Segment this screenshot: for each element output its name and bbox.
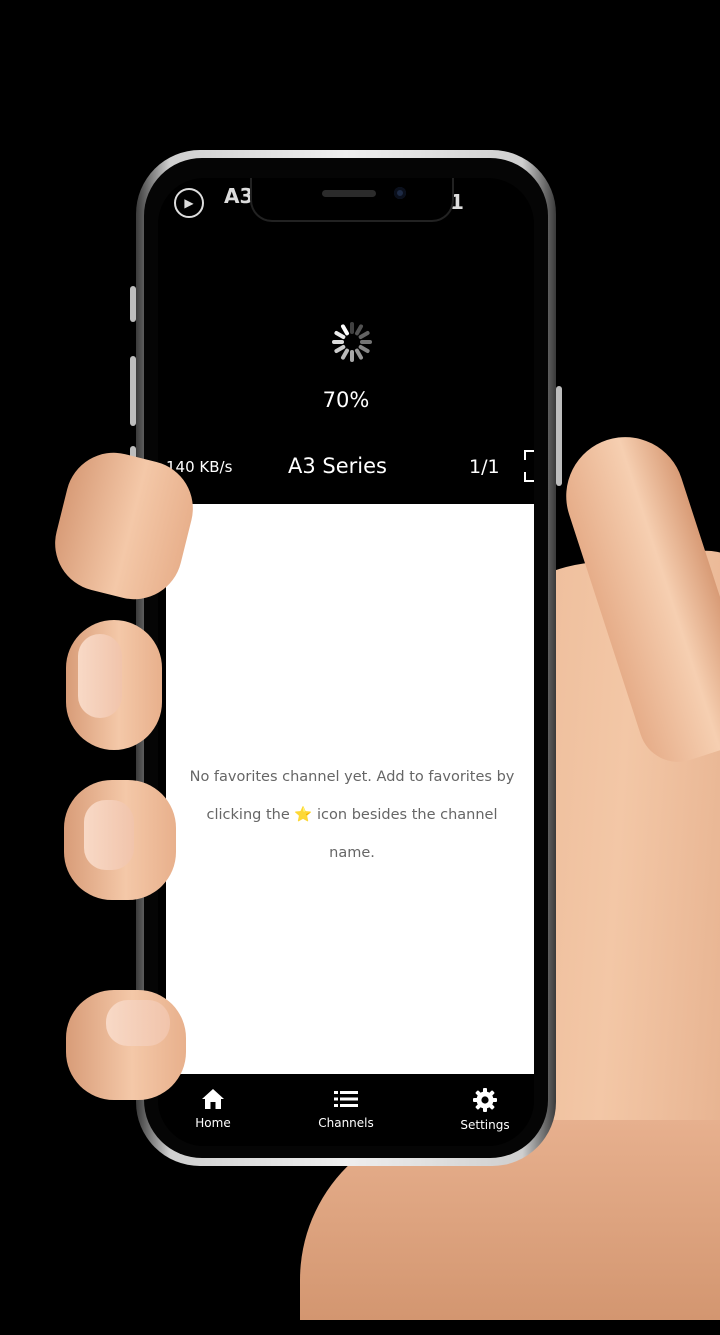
hand-finger-little — [66, 990, 186, 1100]
tab-home[interactable]: Home — [168, 1088, 258, 1130]
loading-spinner-icon — [332, 322, 372, 362]
header-title: A3 — [224, 184, 254, 208]
phone-frame: ▶ A3 1 70% 140 KB/s A3 Series 1/1 No fav… — [130, 150, 562, 1166]
fullscreen-icon[interactable] — [524, 450, 534, 482]
home-icon — [202, 1089, 224, 1109]
tab-channels[interactable]: Channels — [301, 1088, 391, 1130]
phone-volume-up — [130, 356, 136, 426]
favorites-panel: No favorites channel yet. Add to favorit… — [166, 504, 534, 1074]
tab-settings-label: Settings — [460, 1118, 510, 1132]
spinner-spoke — [360, 340, 372, 344]
player-info-row: 140 KB/s A3 Series 1/1 — [158, 450, 534, 490]
star-icon: ⭐ — [294, 807, 313, 823]
loading-percent: 70% — [322, 388, 370, 412]
spinner-spoke — [332, 340, 344, 344]
empty-favorites-message: No favorites channel yet. Add to favorit… — [186, 758, 518, 872]
phone-silent-switch — [130, 286, 136, 322]
phone-bezel: ▶ A3 1 70% 140 KB/s A3 Series 1/1 No fav… — [144, 158, 548, 1158]
channel-name: A3 Series — [288, 454, 387, 478]
tab-settings[interactable]: Settings — [440, 1088, 530, 1132]
app-logo-icon: ▶ — [174, 188, 204, 218]
gear-icon — [473, 1088, 497, 1112]
hand-finger-middle — [66, 620, 162, 750]
spinner-spoke — [350, 322, 354, 334]
app-screen: ▶ A3 1 70% 140 KB/s A3 Series 1/1 No fav… — [158, 178, 534, 1146]
bottom-tab-bar: Home Channels Settings — [158, 1076, 534, 1146]
front-camera — [394, 187, 406, 199]
list-icon — [334, 1091, 358, 1107]
earpiece-speaker — [322, 190, 376, 197]
phone-notch — [250, 178, 454, 222]
tab-home-label: Home — [195, 1116, 231, 1130]
phone-power-button — [556, 386, 562, 486]
empty-message-text-end: icon besides the channel name. — [312, 807, 498, 861]
tab-channels-label: Channels — [318, 1116, 374, 1130]
spinner-spoke — [350, 350, 354, 362]
page-indicator: 1/1 — [469, 456, 500, 478]
hand-finger-ring — [64, 780, 176, 900]
